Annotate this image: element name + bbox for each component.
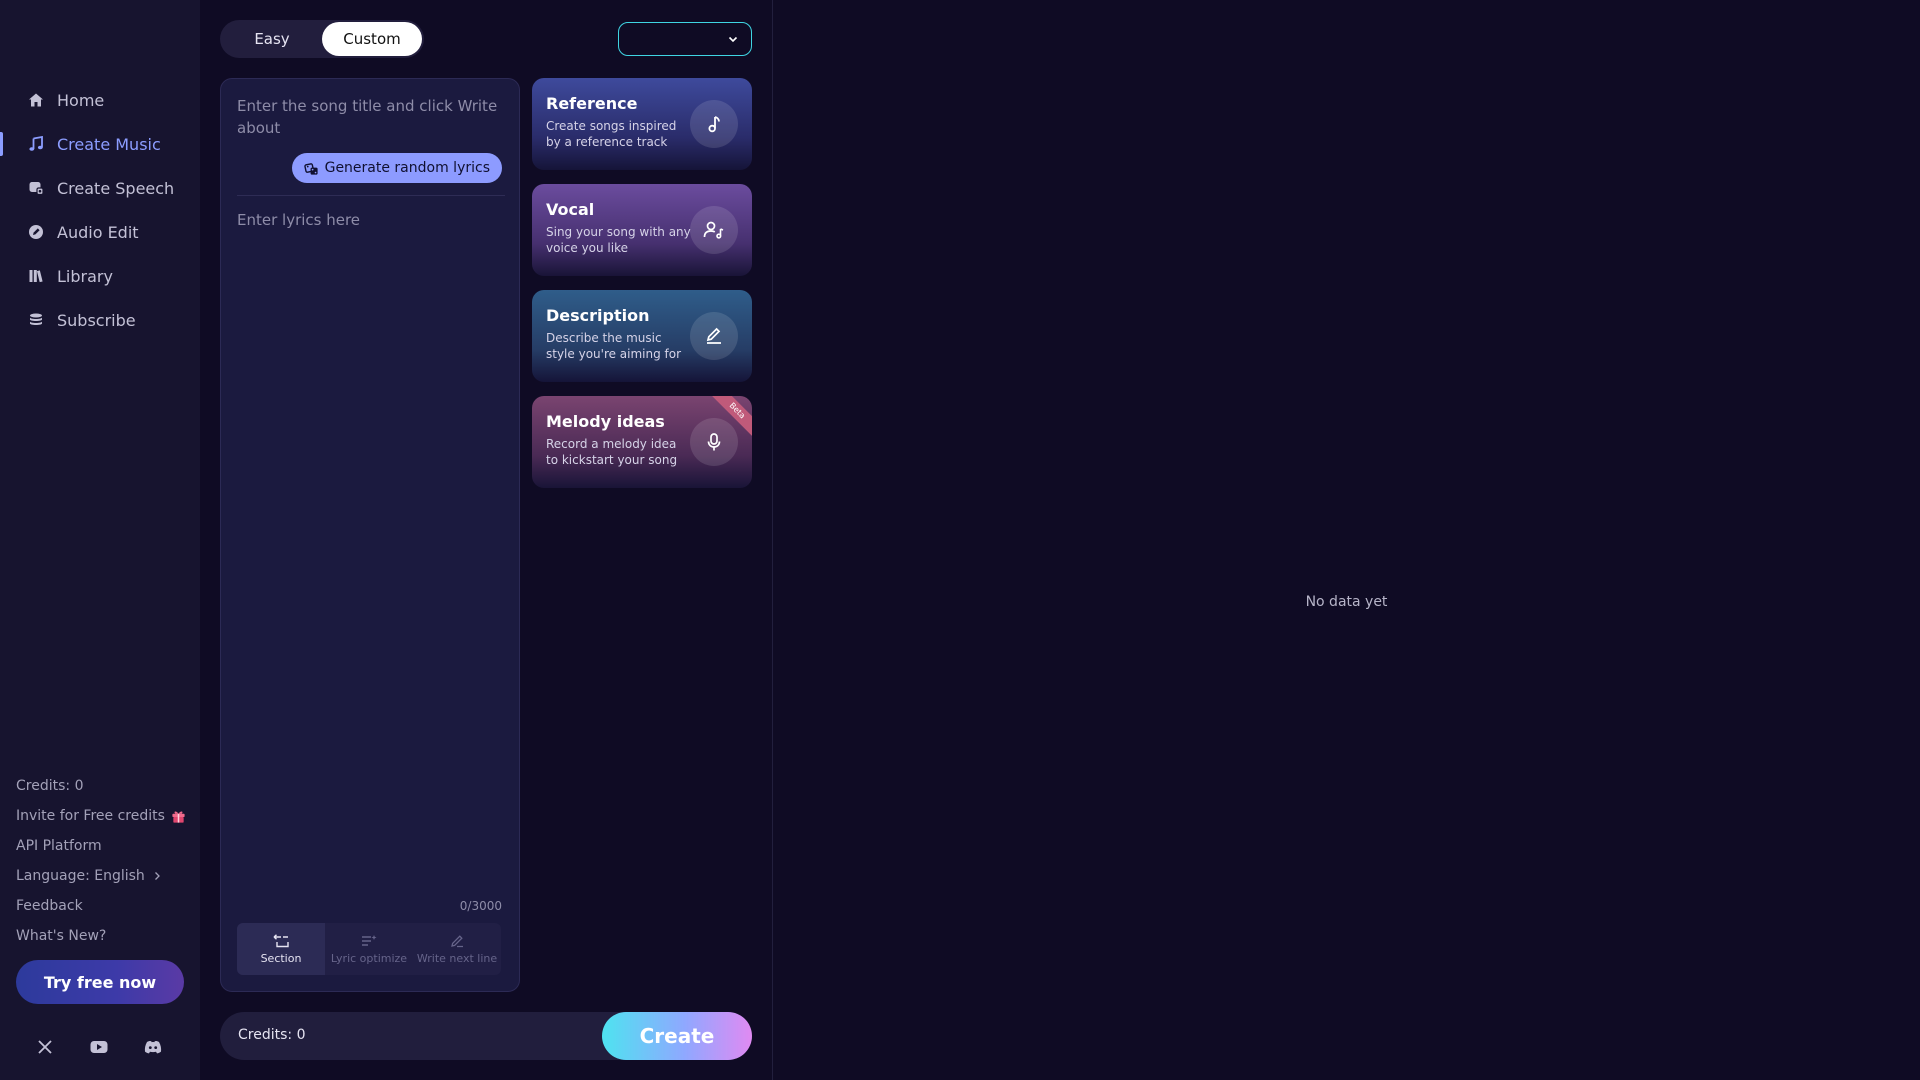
generate-random-lyrics-button[interactable]: Generate random lyrics [291,153,502,183]
language-label: Language: English [16,868,145,884]
tab-easy[interactable]: Easy [222,22,322,56]
library-icon [27,267,45,285]
coins-icon [27,311,45,329]
sidebar-item-home[interactable]: Home [0,78,200,122]
card-title: Melody ideas [546,412,665,431]
sidebar-item-create-music[interactable]: Create Music [0,122,200,166]
character-counter: 0/3000 [459,899,502,913]
home-icon [27,91,45,109]
sidebar-item-label: Audio Edit [57,222,139,242]
chevron-down-icon [727,33,739,45]
sidebar-item-label: Library [57,266,113,286]
write-next-line-label: Write next line [416,951,498,965]
main-nav: Home Create Music Create Speech Audio Ed… [0,78,200,342]
lyrics-input[interactable]: Enter lyrics here [237,211,505,801]
music-note-icon [27,135,45,153]
section-tool-label: Section [260,951,302,965]
credits-label: Credits: 0 [16,778,84,794]
model-select[interactable] [618,22,752,56]
generate-random-lyrics-label: Generate random lyrics [324,160,490,176]
lyrics-panel: Enter the song title and click Write abo… [220,78,520,992]
sidebar-item-label: Home [57,90,105,110]
speech-icon [27,179,45,197]
card-title: Description [546,306,650,325]
invite-link[interactable]: Invite for Free credits [16,801,191,831]
sidebar-item-create-speech[interactable]: Create Speech [0,166,200,210]
lyric-optimize-label: Lyric optimize [330,951,408,965]
pencil-icon [450,934,464,948]
tab-custom[interactable]: Custom [322,22,422,56]
social-links [36,1038,162,1056]
gift-icon [171,809,186,824]
sidebar-item-audio-edit[interactable]: Audio Edit [0,210,200,254]
create-button[interactable]: Create [602,1012,752,1060]
invite-link-label: Invite for Free credits [16,808,165,824]
microphone-icon [690,418,738,466]
card-description: Record a melody idea to kickstart your s… [546,437,678,467]
youtube-icon[interactable] [90,1038,108,1056]
chevron-right-icon [151,870,163,882]
sidebar-item-subscribe[interactable]: Subscribe [0,298,200,342]
shuffle-dice-icon [303,161,319,176]
card-title: Reference [546,94,638,113]
x-icon[interactable] [36,1038,54,1056]
api-platform-link[interactable]: API Platform [16,831,191,861]
music-note-icon [690,100,738,148]
credits-label: Credits: 0 [238,1027,306,1043]
vocal-card[interactable]: Vocal Sing your song with any voice you … [532,184,752,276]
panel-divider [772,0,773,1080]
credits-bar: Credits: 0 Create [220,1012,752,1060]
song-title-input[interactable]: Enter the song title and click Write abo… [237,95,505,139]
card-description: Sing your song with any voice you like [546,225,691,255]
try-free-button[interactable]: Try free now [16,960,184,1004]
discord-icon[interactable] [144,1038,162,1056]
card-description: Describe the music style you're aiming f… [546,331,682,361]
edit-icon [27,223,45,241]
language-selector[interactable]: Language: English [16,861,191,891]
write-next-line-tool-button[interactable]: Write next line [413,923,501,975]
section-icon [273,933,289,948]
optimize-icon [361,934,377,948]
divider [237,195,505,196]
empty-state-text: No data yet [1305,594,1388,610]
sidebar-item-label: Create Speech [57,178,175,198]
section-tool-button[interactable]: Section [237,923,325,975]
pen-icon [690,312,738,360]
card-title: Vocal [546,200,595,219]
sidebar: Home Create Music Create Speech Audio Ed… [0,0,200,1080]
feedback-link[interactable]: Feedback [16,891,191,921]
melody-ideas-card[interactable]: Beta Melody ideas Record a melody idea t… [532,396,752,488]
description-card[interactable]: Description Describe the music style you… [532,290,752,382]
sidebar-item-label: Subscribe [57,310,136,330]
mode-toggle: Easy Custom [220,20,424,58]
sidebar-item-library[interactable]: Library [0,254,200,298]
sidebar-footer-links: Credits: 0 Invite for Free credits API P… [16,771,191,951]
sidebar-item-label: Create Music [57,134,161,154]
lyrics-toolbar: Section Lyric optimize Write next line [237,923,501,975]
whats-new-link[interactable]: What's New? [16,921,191,951]
lyric-optimize-tool-button[interactable]: Lyric optimize [325,923,413,975]
card-description: Create songs inspired by a reference tra… [546,119,677,149]
reference-card[interactable]: Reference Create songs inspired by a ref… [532,78,752,170]
voice-icon [690,206,738,254]
